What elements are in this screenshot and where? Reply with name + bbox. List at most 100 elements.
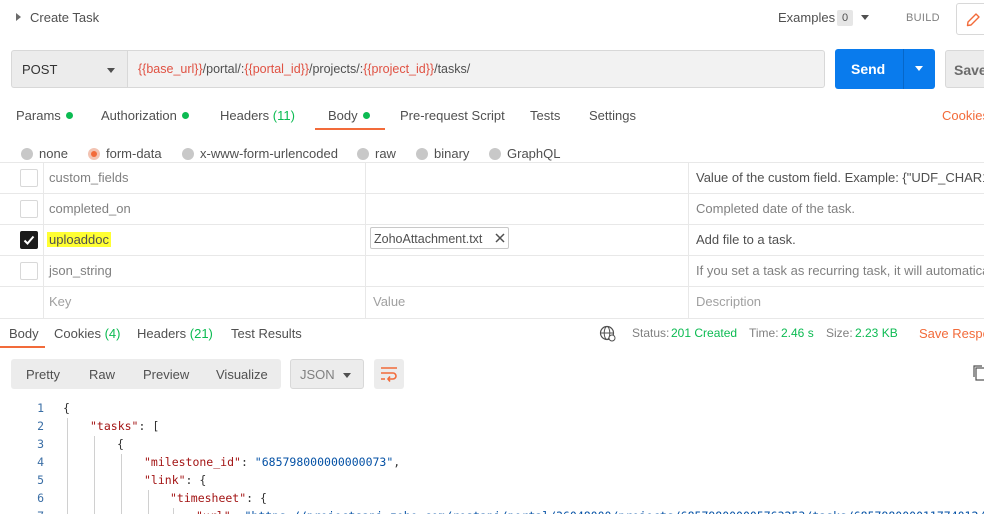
radio-raw[interactable]: raw [357, 146, 396, 161]
tab-body[interactable]: Body [328, 108, 370, 123]
tab-headers[interactable]: Headers (11) [220, 108, 295, 123]
status-value[interactable]: 201 Created [671, 326, 737, 340]
active-tab-indicator [0, 346, 45, 348]
response-tab-headers[interactable]: Headers (21) [137, 326, 213, 341]
url-variable: {{base_url}} [138, 62, 203, 76]
line-number: 2 [37, 419, 44, 433]
chevron-down-icon [107, 68, 115, 73]
tab-prerequest-script[interactable]: Pre-request Script [400, 108, 505, 123]
response-body-code[interactable]: 1 { 2 "tasks": [ 3 { 4 "milestone_id": "… [0, 398, 984, 514]
save-response-button[interactable]: Save Respo [919, 326, 984, 341]
row-checkbox[interactable] [20, 200, 38, 218]
wrap-lines-button[interactable] [374, 359, 404, 389]
save-button[interactable]: Save [945, 50, 984, 88]
code-line: { [117, 437, 124, 451]
line-number: 5 [37, 473, 44, 487]
url-input[interactable]: {{base_url}}/portal/:{{portal_id}}/proje… [127, 50, 825, 88]
time-label: Time: [749, 326, 779, 340]
radio-form-data[interactable]: form-data [88, 146, 162, 161]
response-tab-cookies[interactable]: Cookies (4) [54, 326, 120, 341]
radio-icon [21, 148, 33, 160]
tab-params[interactable]: Params [16, 108, 73, 123]
code-line: "tasks": [ [90, 419, 160, 433]
status-label: Status: [632, 326, 670, 340]
key-cell[interactable]: completed_on [49, 201, 131, 216]
row-checkbox[interactable] [20, 169, 38, 187]
request-header: Create Task Examples 0 BUILD [0, 0, 984, 36]
radio-icon [357, 148, 369, 160]
code-line: "url": "https://projectsapi.zoho.com/res… [196, 509, 984, 514]
line-number: 4 [37, 455, 44, 469]
pencil-icon [966, 13, 980, 27]
url-variable: {{portal_id}} [244, 62, 309, 76]
time-value[interactable]: 2.46 s [781, 326, 814, 340]
line-number: 7 [16, 509, 44, 514]
description-cell[interactable]: If you set a task as recurring task, it … [696, 263, 984, 278]
description-cell[interactable]: Value of the custom field. Example: {"UD… [696, 170, 984, 185]
format-select[interactable]: JSON [290, 359, 364, 389]
line-number: 1 [37, 401, 44, 415]
request-name[interactable]: Create Task [30, 10, 99, 25]
collapse-caret-icon[interactable] [16, 13, 21, 21]
description-cell[interactable]: Add file to a task. [696, 232, 796, 247]
response-tab-test-results[interactable]: Test Results [231, 326, 302, 341]
send-options-chevron-icon[interactable] [915, 66, 923, 71]
url-path-segment: /tasks/ [434, 62, 471, 76]
remove-file-icon[interactable] [493, 231, 507, 245]
radio-graphql[interactable]: GraphQL [489, 146, 560, 161]
chevron-down-icon[interactable] [861, 15, 869, 20]
active-dot-icon [181, 112, 189, 119]
key-cell[interactable]: json_string [49, 263, 112, 278]
url-text: {{base_url}}/portal/:{{portal_id}}/proje… [138, 62, 470, 76]
highlighted-key: uploaddoc [47, 232, 111, 247]
build-button[interactable]: BUILD [906, 12, 940, 24]
radio-icon [489, 148, 501, 160]
description-cell[interactable]: Completed date of the task. [696, 201, 855, 216]
key-cell[interactable]: custom_fields [49, 170, 128, 185]
url-path-segment: /portal/: [202, 62, 245, 76]
view-visualize-button[interactable]: Visualize [216, 367, 268, 382]
value-placeholder[interactable]: Value [373, 294, 405, 309]
row-checkbox[interactable] [20, 262, 38, 280]
url-variable: {{project_id}} [363, 62, 435, 76]
radio-selected-icon [88, 148, 100, 160]
method-select[interactable]: POST [11, 50, 127, 88]
view-raw-button[interactable]: Raw [89, 367, 115, 382]
code-line: "milestone_id": "685798000000000073", [144, 455, 401, 469]
code-line: "timesheet": { [170, 491, 267, 505]
radio-icon [416, 148, 428, 160]
globe-icon[interactable] [599, 325, 616, 342]
cookies-link[interactable]: Cookies [942, 108, 984, 123]
examples-dropdown[interactable]: Examples [778, 10, 835, 25]
response-tab-body[interactable]: Body [9, 326, 39, 341]
view-preview-button[interactable]: Preview [143, 367, 189, 382]
active-dot-icon [65, 112, 73, 119]
chevron-down-icon [343, 373, 351, 378]
view-pretty-button[interactable]: Pretty [26, 367, 60, 382]
send-button[interactable]: Send [835, 49, 935, 89]
copy-icon[interactable] [973, 365, 984, 381]
row-checkbox-checked[interactable] [20, 231, 38, 249]
key-cell[interactable]: uploaddoc [47, 232, 111, 247]
examples-count-badge: 0 [837, 10, 853, 26]
radio-icon [182, 148, 194, 160]
tab-settings[interactable]: Settings [589, 108, 636, 123]
description-placeholder[interactable]: Description [696, 294, 761, 309]
table-row-new: Key Value Description [0, 287, 984, 318]
format-label: JSON [300, 367, 335, 382]
radio-none[interactable]: none [21, 146, 68, 161]
size-label: Size: [826, 326, 853, 340]
radio-binary[interactable]: binary [416, 146, 469, 161]
file-attachment-chip[interactable]: ZohoAttachment.txt [370, 227, 509, 249]
tab-authorization[interactable]: Authorization [101, 108, 189, 123]
size-value[interactable]: 2.23 KB [855, 326, 898, 340]
edit-button[interactable] [956, 3, 984, 35]
line-number: 3 [37, 437, 44, 451]
url-path-segment: /projects/: [309, 62, 364, 76]
active-dot-icon [362, 112, 370, 119]
radio-urlencoded[interactable]: x-www-form-urlencoded [182, 146, 338, 161]
key-placeholder[interactable]: Key [49, 294, 71, 309]
wrap-lines-icon [381, 367, 397, 382]
tab-tests[interactable]: Tests [530, 108, 560, 123]
save-label: Save [954, 62, 984, 78]
